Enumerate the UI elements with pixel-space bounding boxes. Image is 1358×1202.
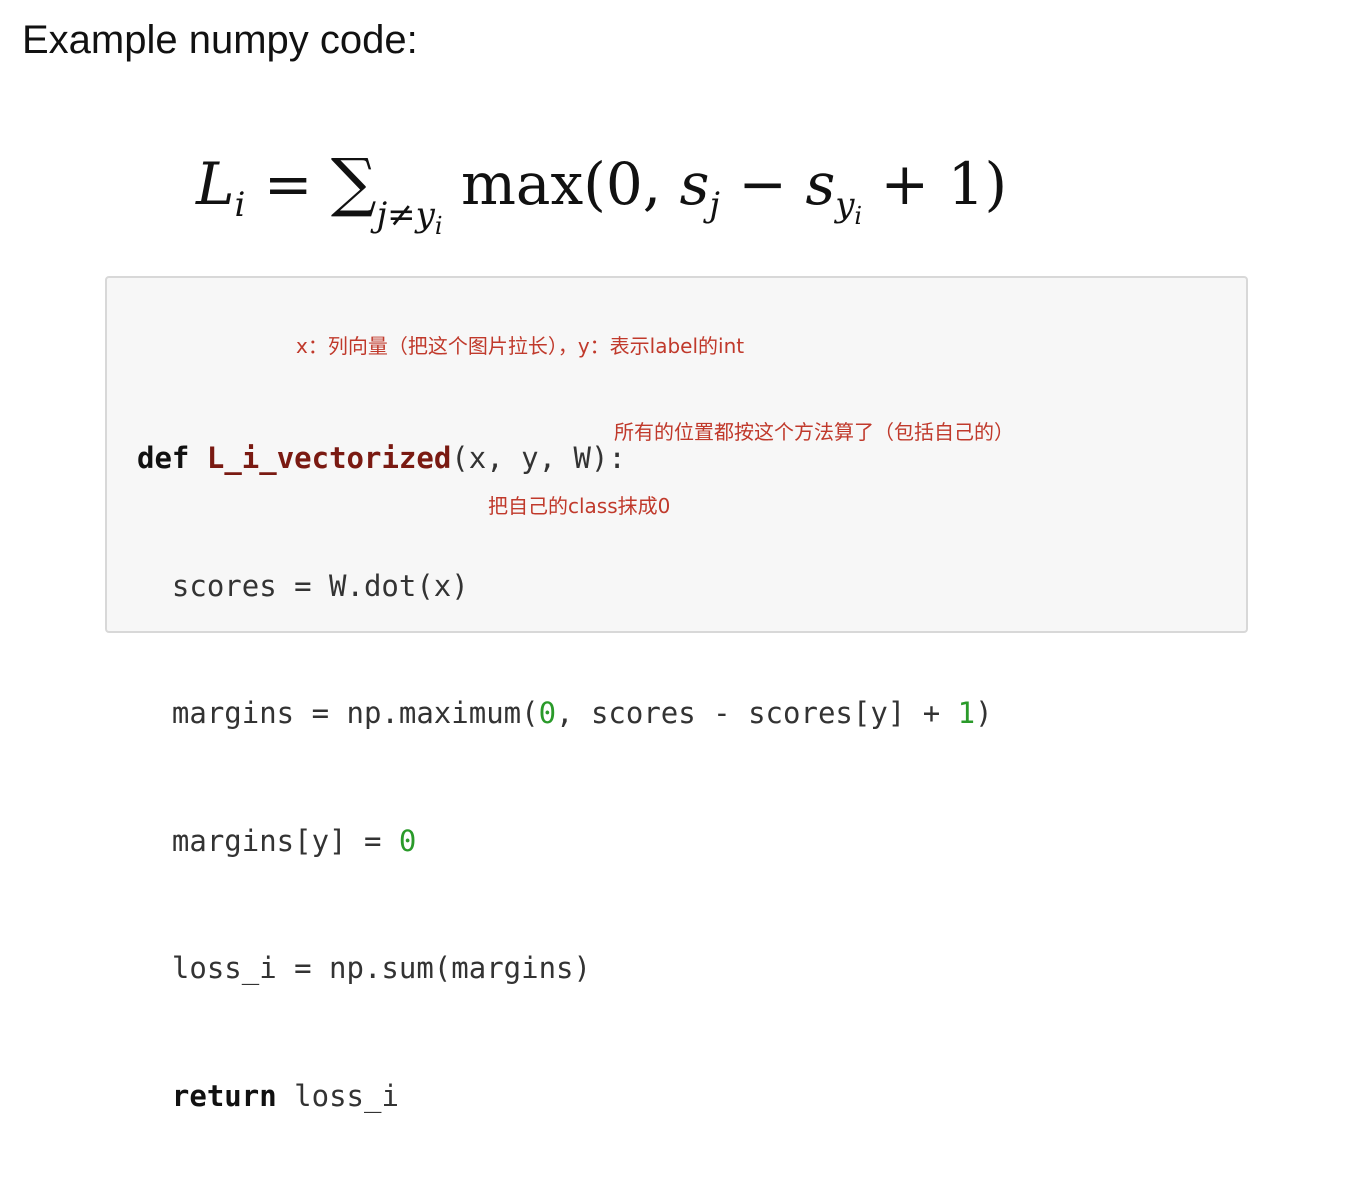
- code-line-scores: scores = W.dot(x): [137, 568, 469, 603]
- code-return-value: loss_i: [276, 1078, 399, 1113]
- formula-minus: −: [719, 150, 806, 218]
- formula-L-sub: i: [234, 185, 246, 225]
- formula-equals: =: [263, 150, 313, 218]
- formula-s-j-sub: j: [709, 185, 720, 225]
- formula-sum-sub: j≠yi: [376, 195, 443, 240]
- code-line-loss: loss_i = np.sum(margins): [137, 951, 591, 985]
- number-one: 1: [957, 696, 976, 730]
- formula-sum: ∑: [330, 146, 377, 220]
- number-zero-2: 0: [398, 823, 417, 858]
- heading: Example numpy code:: [22, 18, 418, 62]
- code-margins-pre: margins = np.maximum(: [137, 696, 539, 730]
- code-margins-y-pre: margins[y] =: [137, 823, 399, 858]
- formula-sum-sub-j: j≠y: [376, 195, 435, 235]
- formula-s-yi-sub-i: i: [854, 202, 863, 230]
- code-margins-post: ): [975, 696, 993, 730]
- annotation-params: x：列向量（把这个图片拉长），y：表示label的int: [296, 334, 745, 358]
- formula-s-j: s: [679, 150, 710, 218]
- code-margins-mid: , scores - scores[y] +: [556, 696, 958, 730]
- code-line-return: return loss_i: [137, 1075, 993, 1118]
- formula-sum-sub-i: i: [434, 212, 443, 240]
- formula-s-yi: s: [805, 150, 836, 218]
- number-zero: 0: [538, 696, 557, 730]
- code-line-margins-y: margins[y] = 0: [137, 820, 993, 863]
- function-name: L_i_vectorized: [206, 441, 452, 475]
- keyword-def: def: [137, 441, 190, 475]
- code-lines: def L_i_vectorized(x, y, W): scores = W.…: [137, 352, 993, 1202]
- code-line-margins: margins = np.maximum(0, scores - scores[…: [137, 692, 993, 735]
- formula-L: L: [196, 150, 235, 218]
- formula-s-yi-sub-y: y: [835, 185, 855, 225]
- annotation-scores: 所有的位置都按这个方法算了（包括自己的）: [614, 420, 1014, 444]
- formula-tail: + 1): [862, 150, 1008, 218]
- formula-max: max(0,: [460, 150, 680, 218]
- annotation-margins: 把自己的class抹成0: [488, 494, 671, 518]
- keyword-return: return: [171, 1078, 277, 1113]
- formula-s-yi-sub: yi: [835, 185, 862, 230]
- hinge-loss-formula: Li = ∑j≠yi max(0, sj − syi + 1): [196, 128, 1008, 240]
- function-params: (x, y, W):: [451, 441, 626, 475]
